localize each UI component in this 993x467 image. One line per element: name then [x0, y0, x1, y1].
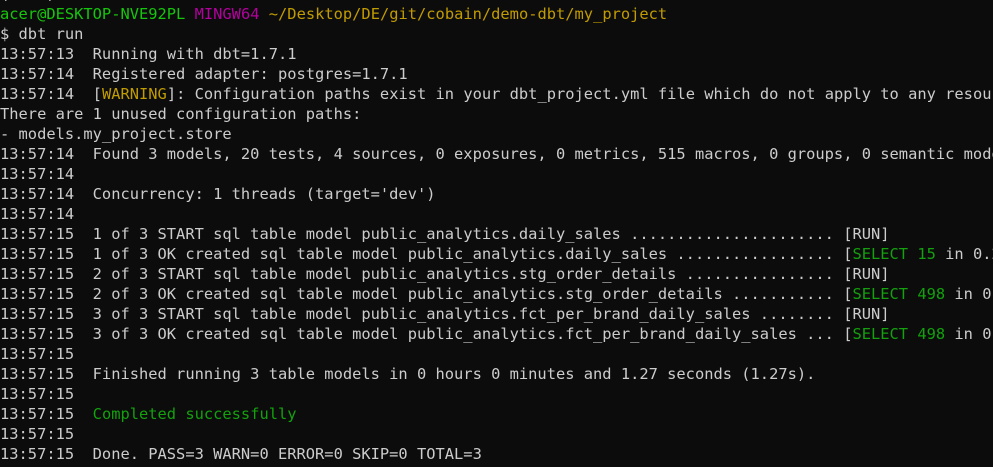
terminal-text-segment: 13:57:15 — [0, 425, 75, 443]
terminal-text-segment: 13:57:15 3 of 3 START sql table model pu… — [0, 305, 890, 323]
terminal-text-segment: SELECT 498 — [852, 285, 946, 303]
terminal-text-segment: 13:57:15 — [0, 385, 75, 403]
terminal-text-segment: WARNING — [101, 85, 167, 103]
terminal-text-segment: 13:57:14 Concurrency: 1 threads (target=… — [0, 185, 436, 203]
terminal-text-segment: SELECT 15 — [852, 245, 936, 263]
terminal-output[interactable]: (venv)acer@DESKTOP-NVE92PL MINGW64 ~/Des… — [0, 0, 993, 467]
terminal-text-segment: 13:57:15 2 of 3 START sql table model pu… — [0, 265, 890, 283]
terminal-line: 13:57:15 2 of 3 OK created sql table mod… — [0, 284, 993, 304]
terminal-text-segment: 13:57:15 Finished running 3 table models… — [0, 365, 816, 383]
terminal-text-segment: 13:57:14 [ — [0, 85, 102, 103]
terminal-text-segment: 13:57:15 Done. PASS=3 WARN=0 ERROR=0 SKI… — [0, 445, 482, 463]
terminal-line: $ dbt run — [0, 24, 993, 44]
terminal-line: 13:57:15 — [0, 384, 993, 404]
terminal-line: 13:57:15 Done. PASS=3 WARN=0 ERROR=0 SKI… — [0, 444, 993, 464]
terminal-text-segment: MINGW64 — [194, 5, 260, 23]
terminal-text-segment: - models.my_project.store — [0, 125, 232, 143]
terminal-text-segment: (venv) — [0, 0, 56, 3]
terminal-line: 13:57:14 — [0, 164, 993, 184]
terminal-text-segment: SELECT 498 — [852, 325, 946, 343]
terminal-line: 13:57:15 Finished running 3 table models… — [0, 364, 993, 384]
terminal-line: 13:57:15 3 of 3 OK created sql table mod… — [0, 324, 993, 344]
terminal-text-segment: 13:57:15 1 of 3 OK created sql table mod… — [0, 245, 853, 263]
terminal-line: 13:57:15 Completed successfully — [0, 404, 993, 424]
terminal-line: 13:57:14 — [0, 204, 993, 224]
terminal-line: 13:57:15 2 of 3 START sql table model pu… — [0, 264, 993, 284]
terminal-text-segment: ]: Configuration paths exist in your dbt… — [166, 85, 993, 103]
terminal-text-segment: 13:57:15 2 of 3 OK created sql table mod… — [0, 285, 853, 303]
terminal-line: 13:57:15 3 of 3 START sql table model pu… — [0, 304, 993, 324]
terminal-text-segment: ~/Desktop/DE/git/cobain/demo-dbt/my_proj… — [268, 5, 668, 23]
terminal-text-segment: Completed successfully — [92, 405, 297, 423]
terminal-text-segment: 13:57:15 3 of 3 OK created sql table mod… — [0, 325, 853, 343]
terminal-line: 13:57:14 Registered adapter: postgres=1.… — [0, 64, 993, 84]
terminal-text-segment: 13:57:14 Registered adapter: postgres=1.… — [0, 65, 408, 83]
terminal-text-segment: in 0.18s] — [954, 325, 993, 343]
terminal-line: 13:57:15 — [0, 424, 993, 444]
terminal-line: 13:57:14 Found 3 models, 20 tests, 4 sou… — [0, 144, 993, 164]
terminal-text-segment: 13:57:15 — [0, 345, 75, 363]
terminal-text-segment: in 0.28s] — [945, 245, 993, 263]
terminal-text-segment: 13:57:14 Found 3 models, 20 tests, 4 sou… — [0, 145, 993, 163]
terminal-line: 13:57:14 [WARNING]: Configuration paths … — [0, 84, 993, 104]
terminal-text-segment: acer@DESKTOP-NVE92PL — [0, 5, 186, 23]
terminal-line: - models.my_project.store — [0, 124, 993, 144]
terminal-line: 13:57:13 Running with dbt=1.7.1 — [0, 44, 993, 64]
terminal-line: 13:57:14 Concurrency: 1 threads (target=… — [0, 184, 993, 204]
terminal-text-segment: 13:57:15 1 of 3 START sql table model pu… — [0, 225, 890, 243]
terminal-text-segment: 13:57:14 — [0, 165, 75, 183]
terminal-text-segment: There are 1 unused configuration paths: — [0, 105, 362, 123]
terminal-text-segment: 13:57:15 — [0, 405, 93, 423]
terminal-text-segment: in 0.22s] — [954, 285, 993, 303]
terminal-line: acer@DESKTOP-NVE92PL MINGW64 ~/Desktop/D… — [0, 4, 993, 24]
terminal-line: 13:57:15 1 of 3 START sql table model pu… — [0, 224, 993, 244]
terminal-line: There are 1 unused configuration paths: — [0, 104, 993, 124]
terminal-line: 13:57:15 — [0, 344, 993, 364]
terminal-line: 13:57:15 1 of 3 OK created sql table mod… — [0, 244, 993, 264]
terminal-text-segment: 13:57:13 Running with dbt=1.7.1 — [0, 45, 297, 63]
terminal-text-segment: $ dbt run — [0, 25, 84, 43]
terminal-text-segment: 13:57:14 — [0, 205, 75, 223]
